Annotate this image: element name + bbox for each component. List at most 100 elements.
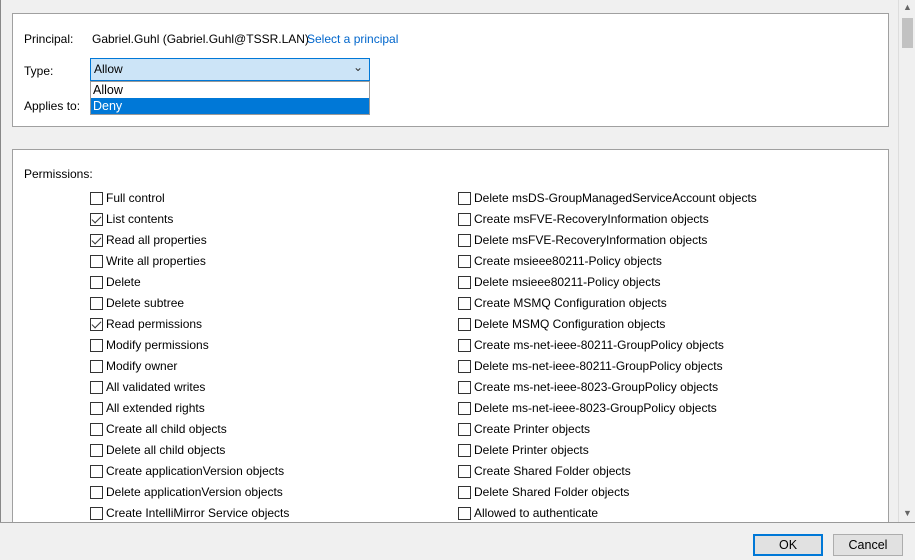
- permission-row[interactable]: Create IntelliMirror Service objects: [90, 505, 289, 521]
- permission-label: Delete Shared Folder objects: [474, 485, 630, 499]
- permission-row[interactable]: Modify owner: [90, 358, 177, 374]
- permission-row[interactable]: Delete applicationVersion objects: [90, 484, 283, 500]
- scroll-up-icon[interactable]: ▲: [899, 2, 915, 12]
- permission-checkbox[interactable]: [90, 443, 103, 457]
- permissions-label: Permissions:: [24, 167, 93, 181]
- permission-row[interactable]: Delete msFVE-RecoveryInformation objects: [458, 232, 707, 248]
- permission-row[interactable]: All extended rights: [90, 400, 205, 416]
- button-bar: OK Cancel: [0, 522, 915, 560]
- scroll-down-icon[interactable]: ▼: [899, 508, 915, 518]
- permission-row[interactable]: Create msieee80211-Policy objects: [458, 253, 662, 269]
- ok-button[interactable]: OK: [753, 534, 823, 556]
- permission-checkbox[interactable]: [90, 296, 103, 310]
- permission-checkbox[interactable]: [90, 506, 103, 520]
- permission-checkbox[interactable]: [458, 506, 471, 520]
- permission-label: Create MSMQ Configuration objects: [474, 296, 667, 310]
- permission-checkbox[interactable]: [90, 359, 103, 373]
- permission-row[interactable]: Full control: [90, 190, 165, 206]
- permission-checkbox[interactable]: [90, 464, 103, 478]
- permission-checkbox[interactable]: [458, 212, 471, 226]
- vertical-scrollbar[interactable]: ▲ ▼: [898, 0, 915, 522]
- permission-label: Allowed to authenticate: [474, 506, 599, 520]
- permission-checkbox[interactable]: [458, 296, 471, 310]
- permission-checkbox[interactable]: [458, 485, 471, 499]
- permission-row[interactable]: Delete msieee80211-Policy objects: [458, 274, 661, 290]
- permission-checkbox[interactable]: [90, 485, 103, 499]
- permission-label: Create Shared Folder objects: [474, 464, 631, 478]
- permission-label: Create Printer objects: [474, 422, 591, 436]
- permission-checkbox[interactable]: [90, 338, 103, 352]
- permission-row[interactable]: Create all child objects: [90, 421, 227, 437]
- permission-row[interactable]: Create ms-net-ieee-8023-GroupPolicy obje…: [458, 379, 718, 395]
- permission-row[interactable]: Delete msDS-GroupManagedServiceAccount o…: [458, 190, 757, 206]
- permission-row[interactable]: Create MSMQ Configuration objects: [458, 295, 667, 311]
- permission-row[interactable]: Create applicationVersion objects: [90, 463, 284, 479]
- permission-label: Modify permissions: [106, 338, 209, 352]
- permission-row[interactable]: Modify permissions: [90, 337, 209, 353]
- permission-checkbox[interactable]: [90, 317, 103, 331]
- permission-label: Delete msFVE-RecoveryInformation objects: [474, 233, 708, 247]
- permission-label: Delete all child objects: [106, 443, 226, 457]
- permission-checkbox[interactable]: [90, 380, 103, 394]
- type-value: Allow: [94, 62, 123, 76]
- select-principal-link[interactable]: Select a principal: [307, 32, 398, 46]
- permission-checkbox[interactable]: [90, 191, 103, 205]
- permission-row[interactable]: List contents: [90, 211, 173, 227]
- permission-row[interactable]: Create Printer objects: [458, 421, 590, 437]
- permission-checkbox[interactable]: [90, 275, 103, 289]
- permission-label: Create msFVE-RecoveryInformation objects: [474, 212, 709, 226]
- permission-row[interactable]: Delete ms-net-ieee-80211-GroupPolicy obj…: [458, 358, 723, 374]
- permission-checkbox[interactable]: [90, 401, 103, 415]
- permission-checkbox[interactable]: [458, 443, 471, 457]
- permission-row[interactable]: Delete Shared Folder objects: [458, 484, 629, 500]
- permission-label: Modify owner: [106, 359, 178, 373]
- permission-checkbox[interactable]: [458, 401, 471, 415]
- permission-checkbox[interactable]: [458, 380, 471, 394]
- permission-label: Delete Printer objects: [474, 443, 589, 457]
- permission-label: Create ms-net-ieee-80211-GroupPolicy obj…: [474, 338, 724, 352]
- permission-checkbox[interactable]: [458, 464, 471, 478]
- permission-row[interactable]: Delete ms-net-ieee-8023-GroupPolicy obje…: [458, 400, 717, 416]
- permission-label: Create ms-net-ieee-8023-GroupPolicy obje…: [474, 380, 719, 394]
- permission-row[interactable]: Read permissions: [90, 316, 202, 332]
- permission-checkbox[interactable]: [90, 422, 103, 436]
- permission-label: Read all properties: [106, 233, 207, 247]
- permission-checkbox[interactable]: [458, 422, 471, 436]
- permissions-section: Permissions: Full control List contents Re…: [12, 149, 889, 529]
- permission-checkbox[interactable]: [90, 212, 103, 226]
- permission-label: Read permissions: [106, 317, 203, 331]
- permission-checkbox[interactable]: [458, 359, 471, 373]
- type-option-deny[interactable]: Deny: [91, 98, 369, 114]
- permission-row[interactable]: Create Shared Folder objects: [458, 463, 631, 479]
- permission-label: Delete applicationVersion objects: [106, 485, 283, 499]
- permission-checkbox[interactable]: [458, 191, 471, 205]
- permission-checkbox[interactable]: [90, 254, 103, 268]
- permission-checkbox[interactable]: [458, 233, 471, 247]
- permission-row[interactable]: Delete MSMQ Configuration objects: [458, 316, 665, 332]
- type-option-allow[interactable]: Allow: [91, 82, 369, 98]
- permission-checkbox[interactable]: [458, 317, 471, 331]
- permission-label: Delete ms-net-ieee-80211-GroupPolicy obj…: [474, 359, 723, 373]
- permission-checkbox[interactable]: [458, 254, 471, 268]
- permission-row[interactable]: Allowed to authenticate: [458, 505, 598, 521]
- cancel-button[interactable]: Cancel: [833, 534, 903, 556]
- permission-row[interactable]: Delete Printer objects: [458, 442, 589, 458]
- permission-label: All validated writes: [106, 380, 206, 394]
- scrollbar-thumb[interactable]: [902, 18, 913, 48]
- permission-row[interactable]: All validated writes: [90, 379, 205, 395]
- applies-to-label: Applies to:: [24, 99, 81, 113]
- permission-checkbox[interactable]: [458, 338, 471, 352]
- type-label: Type:: [24, 64, 54, 78]
- permission-label: Delete ms-net-ieee-8023-GroupPolicy obje…: [474, 401, 717, 415]
- permission-checkbox[interactable]: [90, 233, 103, 247]
- type-dropdown[interactable]: Allow ⌄: [90, 58, 370, 81]
- permission-checkbox[interactable]: [458, 275, 471, 289]
- permission-row[interactable]: Delete subtree: [90, 295, 184, 311]
- permission-row[interactable]: Delete all child objects: [90, 442, 225, 458]
- permission-row[interactable]: Create msFVE-RecoveryInformation objects: [458, 211, 709, 227]
- principal-value: Gabriel.Guhl (Gabriel.Guhl@TSSR.LAN): [92, 32, 309, 46]
- permission-row[interactable]: Delete: [90, 274, 141, 290]
- permission-row[interactable]: Create ms-net-ieee-80211-GroupPolicy obj…: [458, 337, 724, 353]
- permission-row[interactable]: Write all properties: [90, 253, 206, 269]
- permission-row[interactable]: Read all properties: [90, 232, 207, 248]
